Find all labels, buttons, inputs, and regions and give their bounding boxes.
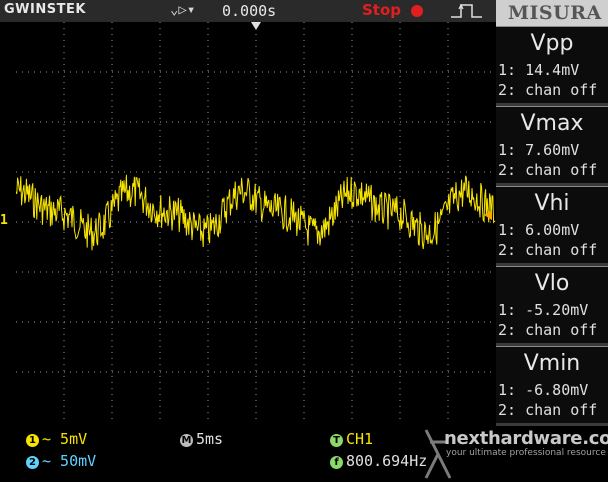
ch2-scale[interactable]: 2 ~ 50mV — [26, 452, 96, 470]
measurement-ch2-value: 2: chan off — [498, 401, 598, 419]
trigger-time-readout: 0.000s — [222, 2, 277, 20]
measurement-name: Vhi — [534, 191, 570, 216]
ch2-badge-icon: 2 — [26, 456, 39, 469]
trigger-source-value: CH1 — [346, 430, 374, 448]
ch2-scale-value: ~ 50mV — [42, 452, 97, 470]
ch1-ground-marker: 1 — [0, 213, 8, 228]
timebase[interactable]: M 5ms — [180, 430, 223, 448]
measurement-ch2-value: 2: chan off — [498, 161, 598, 179]
waveform-display — [16, 22, 496, 422]
watermark-tagline: your ultimate professional resource — [446, 448, 606, 458]
trigger-badge-icon: T — [330, 434, 343, 447]
panel-header: MISURA — [496, 0, 608, 26]
stop-indicator-icon — [411, 5, 423, 17]
measurement-ch1-value: 1: 14.4mV — [498, 61, 580, 79]
measurement-ch1-value: 1: -6.80mV — [498, 381, 589, 399]
measurement-ch1-value: 1: 7.60mV — [498, 141, 580, 159]
measurement-name: Vpp — [530, 31, 574, 56]
measurement-vpp[interactable]: Vpp 1: 14.4mV 2: chan off — [496, 26, 608, 103]
measurement-vhi[interactable]: Vhi 1: 6.00mV 2: chan off — [496, 186, 608, 263]
measurement-ch2-value: 2: chan off — [498, 321, 598, 339]
ch1-scale[interactable]: 1 ~ 5mV — [26, 430, 87, 448]
brand-logo: GWINSTEK — [4, 2, 86, 17]
measurement-vlo[interactable]: Vlo 1: -5.20mV 2: chan off — [496, 266, 608, 343]
ch1-badge-icon: 1 — [26, 434, 39, 447]
measurement-name: Vlo — [534, 271, 570, 296]
top-status-bar: GWINSTEK ⌄▷▾ 0.000s Stop — [0, 0, 496, 22]
frequency-counter: f 800.694Hz — [330, 452, 427, 470]
trigger-source[interactable]: T CH1 — [330, 430, 373, 448]
frequency-badge-icon: f — [330, 456, 343, 469]
timebase-badge-icon: M — [180, 434, 193, 447]
measurement-ch2-value: 2: chan off — [498, 241, 598, 259]
measurement-panel: MISURA Vpp 1: 14.4mV 2: chan off Vmax 1:… — [496, 0, 608, 426]
trigger-position-marker — [251, 22, 261, 30]
panel-title: MISURA — [508, 2, 602, 24]
measurement-ch2-value: 2: chan off — [498, 81, 598, 99]
watermark-site: nexthardware.com — [444, 428, 608, 449]
measurement-name: Vmax — [520, 111, 584, 136]
measurement-name: Vmin — [523, 351, 581, 376]
timebase-value: 5ms — [196, 430, 224, 448]
trigger-level-marker — [484, 210, 492, 220]
measurement-vmin[interactable]: Vmin 1: -6.80mV 2: chan off — [496, 346, 608, 423]
measurement-ch1-value: 1: 6.00mV — [498, 221, 580, 239]
trigger-mode-indicator: ⌄▷▾ — [170, 2, 196, 18]
ch1-scale-value: ~ 5mV — [42, 430, 88, 448]
measurement-vmax[interactable]: Vmax 1: 7.60mV 2: chan off — [496, 106, 608, 183]
trigger-edge-icon — [451, 3, 482, 18]
oscilloscope-screen: GWINSTEK ⌄▷▾ 0.000s Stop MISURA Vpp 1: 1… — [0, 0, 608, 482]
measurement-ch1-value: 1: -5.20mV — [498, 301, 589, 319]
run-state-label: Stop — [362, 1, 402, 19]
